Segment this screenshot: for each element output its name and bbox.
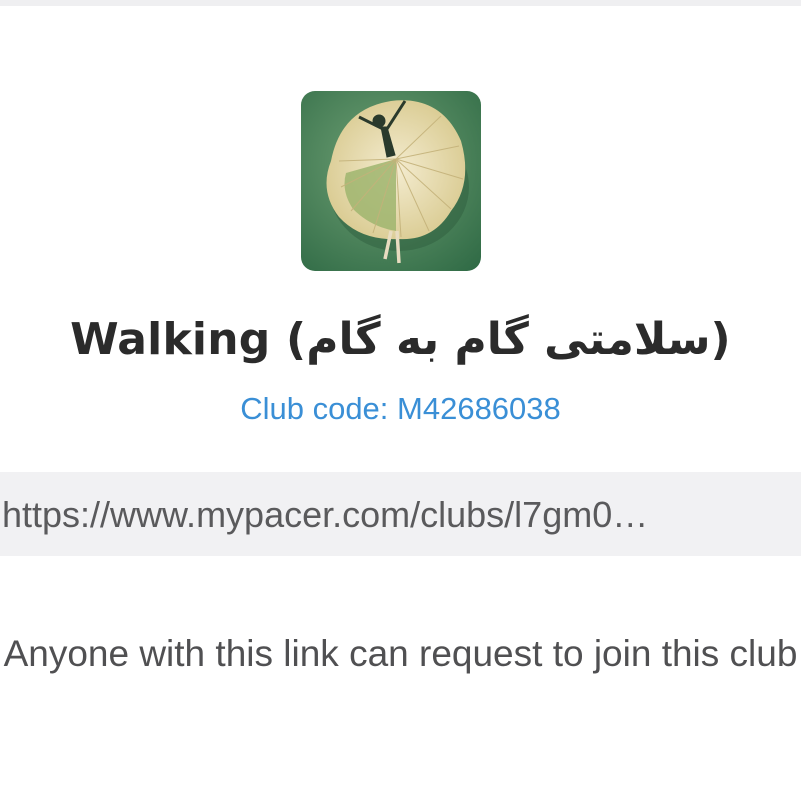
share-link-text[interactable]: https://www.mypacer.com/clubs/l7gm0… — [2, 492, 799, 538]
club-avatar — [301, 91, 481, 271]
club-name: Walking (سلامتی گام به گام) — [70, 314, 731, 365]
club-code: Club code: M42686038 — [240, 391, 561, 426]
share-link-field[interactable]: https://www.mypacer.com/clubs/l7gm0… — [0, 472, 801, 556]
top-divider — [0, 0, 801, 6]
join-info-text: Anyone with this link can request to joi… — [3, 633, 798, 674]
club-share-page: Walking (سلامتی گام به گام) Club code: M… — [0, 0, 801, 800]
ballerina-leaf-icon — [301, 91, 481, 271]
